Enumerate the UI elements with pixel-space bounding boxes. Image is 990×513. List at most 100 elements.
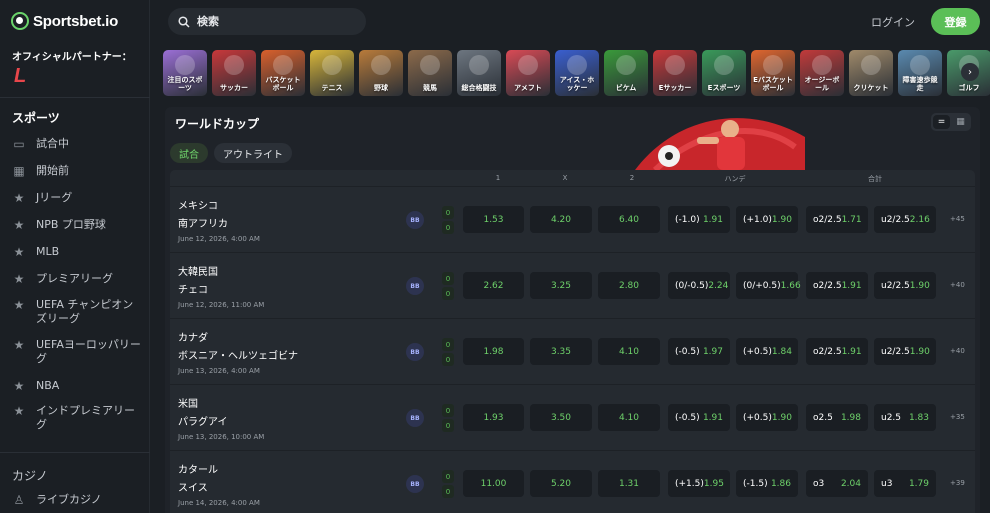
- register-button[interactable]: 登録: [931, 8, 980, 35]
- sport-tile[interactable]: Eサッカー: [653, 50, 697, 96]
- handicap-away-button[interactable]: (+1.0) 1.90: [736, 206, 798, 233]
- sidebar-item[interactable]: ★ Jリーグ: [12, 191, 142, 205]
- table-row[interactable]: メキシコ 南アフリカ June 12, 2026, 4:00 AM BB 0 0 1.53 4…: [170, 186, 975, 251]
- away-team[interactable]: チェコ: [178, 281, 208, 296]
- bet-builder-badge[interactable]: BB: [406, 211, 424, 229]
- sport-tile[interactable]: Eバスケットボール: [751, 50, 795, 96]
- handicap-home-button[interactable]: (+1.5) 1.95: [668, 470, 730, 497]
- total-under-button[interactable]: u2.5 1.83: [874, 404, 936, 431]
- sidebar-item[interactable]: ▦ 開始前: [12, 164, 142, 178]
- total-over-button[interactable]: o2/2.5 1.91: [806, 272, 868, 299]
- away-team[interactable]: 南アフリカ: [178, 215, 228, 230]
- away-team[interactable]: ボスニア・ヘルツェゴビナ: [178, 347, 298, 362]
- bet-builder-badge[interactable]: BB: [406, 475, 424, 493]
- brand-logo[interactable]: Sportsbet.io: [11, 12, 118, 30]
- sidebar-item[interactable]: ★ UEFA チャンピオンズリーグ: [12, 298, 142, 326]
- odds-button-draw[interactable]: 5.20: [530, 470, 592, 497]
- handicap-home-button[interactable]: (0/-0.5) 2.24: [668, 272, 730, 299]
- sport-tile[interactable]: サッカー: [212, 50, 256, 96]
- sport-tile[interactable]: 障害速歩競走: [898, 50, 942, 96]
- handicap-away-button[interactable]: (-1.5) 1.86: [736, 470, 798, 497]
- sport-tile[interactable]: 総合格闘技: [457, 50, 501, 96]
- sidebar-item[interactable]: ★ NPB プロ野球: [12, 218, 142, 232]
- odds-button-away[interactable]: 1.31: [598, 470, 660, 497]
- total-over-button[interactable]: o3 2.04: [806, 470, 868, 497]
- total-under-button[interactable]: u2/2.5 1.90: [874, 338, 936, 365]
- odds-button-home[interactable]: 1.53: [463, 206, 524, 233]
- sport-tile[interactable]: テニス: [310, 50, 354, 96]
- promo-banner-image[interactable]: [635, 107, 805, 170]
- total-over-button[interactable]: o2/2.5 1.71: [806, 206, 868, 233]
- odds-button-draw[interactable]: 3.50: [530, 404, 592, 431]
- handicap-home-button[interactable]: (-1.0) 1.91: [668, 206, 730, 233]
- sport-tile[interactable]: クリケット: [849, 50, 893, 96]
- total-over-button[interactable]: o2/2.5 1.91: [806, 338, 868, 365]
- tab-outrights[interactable]: アウトライト: [214, 143, 292, 163]
- total-under-button[interactable]: u3 1.79: [874, 470, 936, 497]
- table-row[interactable]: カタール スイス June 14, 2026, 4:00 AM BB 0 0 11.00 5.…: [170, 450, 975, 513]
- more-markets-link[interactable]: +45: [950, 215, 965, 223]
- odds-button-away[interactable]: 4.10: [598, 404, 660, 431]
- table-row[interactable]: カナダ ボスニア・ヘルツェゴビナ June 13, 2026, 4:00 AM BB 0…: [170, 318, 975, 383]
- odds-button-draw[interactable]: 4.20: [530, 206, 592, 233]
- away-team[interactable]: スイス: [178, 479, 208, 494]
- bet-builder-badge[interactable]: BB: [406, 277, 424, 295]
- handicap-away-button[interactable]: (+0.5) 1.84: [736, 338, 798, 365]
- handicap-home-button[interactable]: (-0.5) 1.97: [668, 338, 730, 365]
- more-markets-link[interactable]: +40: [950, 347, 965, 355]
- odds-button-draw[interactable]: 3.25: [530, 272, 592, 299]
- odds-button-home[interactable]: 1.93: [463, 404, 524, 431]
- chevron-right-icon[interactable]: ›: [961, 63, 979, 81]
- sidebar-item[interactable]: ★ MLB: [12, 245, 142, 259]
- sidebar-item[interactable]: ★ NBA: [12, 379, 142, 393]
- sidebar-item[interactable]: ★ インドプレミアリーグ: [12, 404, 142, 432]
- odds-button-home[interactable]: 11.00: [463, 470, 524, 497]
- table-row[interactable]: 大韓民国 チェコ June 12, 2026, 11:00 AM BB 0 0 2.62 3.…: [170, 252, 975, 317]
- sport-tile[interactable]: 野球: [359, 50, 403, 96]
- sidebar-item[interactable]: ▭ 試合中: [12, 137, 142, 151]
- handicap-away-button[interactable]: (+0.5) 1.90: [736, 404, 798, 431]
- home-team[interactable]: 大韓民国: [178, 263, 218, 278]
- sidebar-item[interactable]: ★ プレミアリーグ: [12, 272, 142, 286]
- odds-button-away[interactable]: 4.10: [598, 338, 660, 365]
- sport-tile[interactable]: アメフト: [506, 50, 550, 96]
- sport-tile[interactable]: バスケットボール: [261, 50, 305, 96]
- total-over-button[interactable]: o2.5 1.98: [806, 404, 868, 431]
- odds-button-home[interactable]: 2.62: [463, 272, 524, 299]
- home-team[interactable]: カナダ: [178, 329, 208, 344]
- search-input[interactable]: [197, 15, 347, 28]
- table-row[interactable]: 米国 パラグアイ June 13, 2026, 10:00 AM BB 0 0 1.93 3.…: [170, 384, 975, 449]
- home-team[interactable]: 米国: [178, 395, 198, 410]
- view-toggle[interactable]: = ▦: [931, 113, 971, 131]
- grid-view-icon[interactable]: ▦: [952, 115, 969, 129]
- login-link[interactable]: ログイン: [871, 14, 915, 30]
- more-markets-link[interactable]: +40: [950, 281, 965, 289]
- search-box[interactable]: [168, 8, 366, 35]
- odds-button-away[interactable]: 2.80: [598, 272, 660, 299]
- sport-tile[interactable]: アイス・ホッケー: [555, 50, 599, 96]
- sport-tile[interactable]: 競馬: [408, 50, 452, 96]
- more-markets-link[interactable]: +35: [950, 413, 965, 421]
- sport-tile[interactable]: Eスポーツ: [702, 50, 746, 96]
- total-under-button[interactable]: u2/2.5 2.16: [874, 206, 936, 233]
- away-team[interactable]: パラグアイ: [178, 413, 228, 428]
- tab-matches[interactable]: 試合: [170, 143, 208, 163]
- total-under-button[interactable]: u2/2.5 1.90: [874, 272, 936, 299]
- sport-tile[interactable]: オージーボール: [800, 50, 844, 96]
- sport-tile[interactable]: ビケム: [604, 50, 648, 96]
- bet-builder-badge[interactable]: BB: [406, 409, 424, 427]
- sidebar-item[interactable]: ★ UEFAヨーロッパリーグ: [12, 338, 142, 366]
- odds-button-draw[interactable]: 3.35: [530, 338, 592, 365]
- more-markets-link[interactable]: +39: [950, 479, 965, 487]
- home-team[interactable]: メキシコ: [178, 197, 218, 212]
- home-team[interactable]: カタール: [178, 461, 218, 476]
- odds-button-away[interactable]: 6.40: [598, 206, 660, 233]
- partner-logo[interactable]: L: [14, 65, 26, 88]
- sidebar-item-live-casino[interactable]: ♙ ライブカジノ: [12, 493, 142, 507]
- odds-button-home[interactable]: 1.98: [463, 338, 524, 365]
- bet-builder-badge[interactable]: BB: [406, 343, 424, 361]
- handicap-home-button[interactable]: (-0.5) 1.91: [668, 404, 730, 431]
- handicap-away-button[interactable]: (0/+0.5) 1.66: [736, 272, 801, 299]
- sport-tile[interactable]: 注目のスポーツ: [163, 50, 207, 96]
- list-view-icon[interactable]: =: [933, 115, 950, 129]
